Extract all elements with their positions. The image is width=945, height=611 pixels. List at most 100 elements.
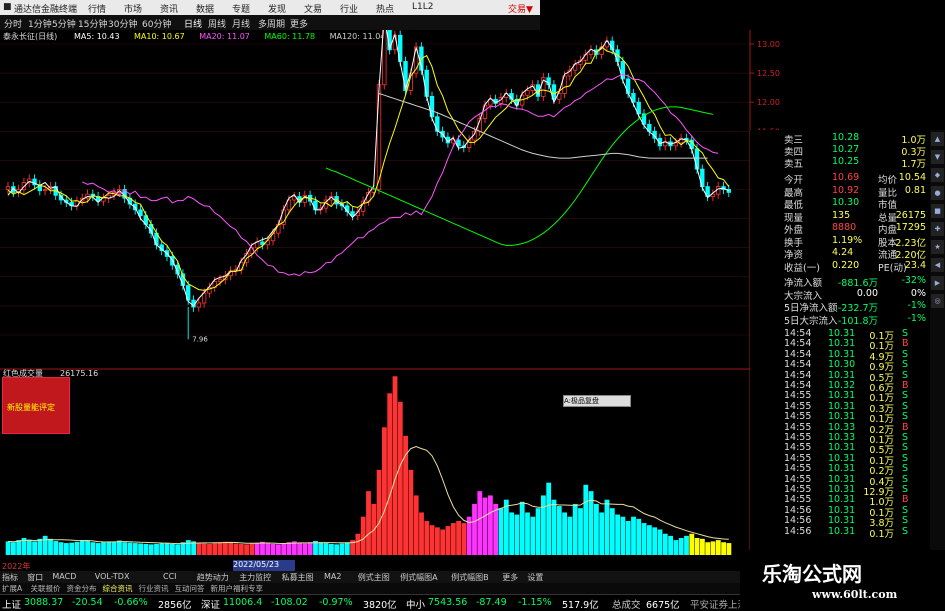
indicator-tab[interactable]: CCI	[163, 572, 177, 581]
sidebar-icon-4[interactable]: ●	[931, 186, 944, 200]
volume-bar	[684, 535, 689, 555]
ma5-line	[7, 30, 730, 307]
volume-bar	[154, 543, 159, 555]
volume-bar	[382, 427, 387, 555]
period-tab[interactable]: 15分钟	[78, 17, 107, 30]
ask-row: 卖五 10.25 1.7万	[750, 156, 930, 170]
volume-bar	[318, 542, 324, 555]
tick-price: 10.31	[828, 442, 856, 454]
extension-tab[interactable]: 关联报价	[31, 583, 61, 594]
period-tab[interactable]: 周线	[208, 17, 226, 30]
flow-pct: 0%	[910, 287, 926, 299]
menu-item[interactable]: 市场	[124, 2, 142, 15]
tick-time: 14:56	[784, 515, 812, 527]
flow-row: 净流入额 -881.6万 -32%	[750, 275, 930, 289]
menu-item[interactable]: 行业	[340, 2, 358, 15]
indicator-tab[interactable]: 例式主图	[358, 572, 390, 583]
sidebar-icon-8[interactable]: ◀	[931, 258, 944, 272]
period-tab[interactable]: 多周期	[258, 17, 285, 30]
volume-bar	[397, 401, 403, 555]
period-toolbar: 分时 1分钟 5分钟 15分钟 30分钟 60分钟 日线 周线 月线 多周期 更多	[0, 15, 540, 30]
extension-tab[interactable]: 资金分布	[67, 583, 97, 594]
period-tab[interactable]: 日线	[184, 17, 202, 30]
candle-body	[350, 211, 355, 217]
volume-bar	[678, 537, 684, 555]
period-tab[interactable]: 更多	[290, 17, 308, 30]
volume-bar	[403, 435, 408, 555]
stat-row: 最高 10.92 量比 0.81	[750, 185, 930, 199]
period-tab[interactable]: 分时	[4, 17, 22, 30]
sidebar-icon-5[interactable]: ■	[931, 204, 944, 218]
period-tab[interactable]: 1分钟	[28, 17, 52, 30]
tick-time: 14:55	[784, 484, 812, 495]
indicator-tab[interactable]: MA2	[324, 572, 341, 581]
tick-side: S	[902, 515, 909, 527]
tick-time: 14:55	[784, 390, 812, 402]
indicator-tab[interactable]: 更多	[502, 572, 518, 583]
period-tab[interactable]: 月线	[232, 17, 250, 30]
volume-bar	[217, 542, 223, 555]
score-panel[interactable]: 新股量能评定	[2, 377, 70, 434]
volume-bar	[498, 508, 504, 555]
period-tab[interactable]: 5分钟	[52, 17, 76, 30]
volume-bar	[323, 543, 329, 555]
sidebar-icon-2[interactable]: ▼	[931, 150, 944, 164]
review-popup[interactable]: A:极品复盘	[563, 395, 631, 407]
volume-bar	[265, 543, 271, 555]
indicator-tab[interactable]: 窗口	[27, 572, 43, 583]
volume-bar	[413, 495, 419, 555]
indicator-tab[interactable]: 私募主图	[282, 572, 314, 583]
extension-tab[interactable]: 行业资讯	[139, 583, 169, 594]
score-panel-label: 新股量能评定	[7, 403, 55, 412]
sidebar-icon-7[interactable]: ★	[931, 240, 944, 254]
indicator-tab[interactable]: MACD	[52, 572, 76, 581]
menu-item[interactable]: 资讯	[160, 2, 178, 15]
sidebar-icon-9[interactable]: ▶	[931, 276, 944, 290]
menu-item[interactable]: 热点	[376, 2, 394, 15]
volume-bar	[212, 543, 218, 555]
volume-bar	[164, 543, 170, 555]
tick-time: 14:56	[784, 525, 812, 537]
indicator-tab[interactable]: 例式幅图A	[400, 572, 437, 583]
flow-pct: -32%	[901, 275, 926, 286]
trade-link[interactable]: 交易▼	[508, 2, 533, 15]
indicator-tab[interactable]: 指标	[2, 572, 18, 583]
volume-bar	[106, 541, 112, 555]
stat-row: 现量 135 总量 26175	[750, 210, 930, 224]
tick-side: S	[902, 369, 909, 381]
k-tick-label: 12.50	[757, 69, 780, 78]
volume-bar	[32, 541, 37, 555]
indicator-tab[interactable]: 趋势动力	[197, 572, 229, 583]
period-tab[interactable]: 30分钟	[108, 17, 137, 30]
volume-bar	[223, 541, 228, 555]
extension-tab[interactable]: 扩展A	[2, 583, 22, 594]
tick-time: 14:55	[784, 442, 812, 454]
indicator-tab[interactable]: 例式幅图B	[451, 572, 489, 583]
volume-bar	[450, 523, 456, 555]
indicator-tab[interactable]: 设置	[527, 572, 543, 583]
extension-tab[interactable]: 综合资讯	[103, 583, 133, 594]
indicator-tab[interactable]: VOL-TDX	[95, 572, 130, 581]
sidebar-icon-6[interactable]: ✚	[931, 222, 944, 236]
period-tab[interactable]: 60分钟	[142, 17, 171, 30]
menu-item[interactable]: 专题	[232, 2, 250, 15]
flow-row: 5日净流入额 -232.7万 -1%	[750, 300, 930, 314]
tick-time: 14:55	[784, 421, 812, 433]
sidebar-icon-1[interactable]: ▲	[931, 132, 944, 146]
extension-tab[interactable]: 互动问答	[175, 583, 205, 594]
tick-side: S	[902, 390, 909, 402]
sidebar-icon-3[interactable]: ◆	[931, 168, 944, 182]
menu-item[interactable]: 行情	[88, 2, 106, 15]
volume-bar	[519, 501, 525, 555]
volume-bar	[238, 543, 244, 555]
menu-item[interactable]: 文易	[304, 2, 322, 15]
tick-side: S	[902, 348, 909, 360]
sidebar-icon-10[interactable]: ◎	[931, 294, 944, 308]
menu-item[interactable]: 发现	[268, 2, 286, 15]
volume-bar	[472, 503, 477, 555]
extension-tab[interactable]: 新用户福利专享	[211, 583, 264, 594]
menu-item[interactable]: L1L2	[412, 2, 433, 12]
indicator-tab[interactable]: 主力监控	[239, 572, 271, 583]
volume-bar	[705, 542, 711, 555]
menu-item[interactable]: 数据	[196, 2, 214, 15]
